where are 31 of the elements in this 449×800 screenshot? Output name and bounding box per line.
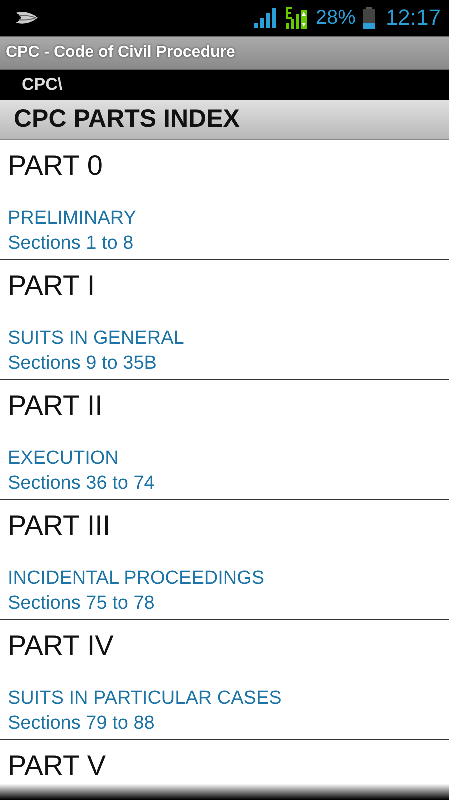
data-signal-icon xyxy=(284,7,309,29)
part-list-item[interactable]: PART III INCIDENTAL PROCEEDINGS Sections 75 to 78 xyxy=(0,500,449,620)
part-title: PART II xyxy=(8,390,104,423)
part-name: EXECUTION xyxy=(8,447,120,471)
part-name: SUITS IN PARTICULAR CASES xyxy=(8,687,283,711)
part-list-item[interactable]: PART V xyxy=(0,740,449,800)
part-title: PART V xyxy=(8,750,108,783)
part-title: PART IV xyxy=(8,630,115,663)
header-title: CPC PARTS INDEX xyxy=(14,105,240,134)
part-sections: Sections 79 to 88 xyxy=(8,711,441,736)
part-sections: Sections 1 to 8 xyxy=(8,231,441,256)
part-name: SUITS IN GENERAL xyxy=(8,327,186,351)
part-title: PART 0 xyxy=(8,150,104,183)
clock: 12:17 xyxy=(386,5,441,31)
breadcrumb: CPC\ xyxy=(22,75,63,95)
battery-percentage: 28% xyxy=(316,6,356,30)
battery-icon xyxy=(362,7,375,29)
part-list-item[interactable]: PART IV SUITS IN PARTICULAR CASES Sections 79 to 88 xyxy=(0,620,449,740)
part-list-item[interactable]: PART 0 PRELIMINARY Sections 1 to 8 xyxy=(0,140,449,260)
part-name: PRELIMINARY xyxy=(8,207,138,231)
part-list-item[interactable]: PART I SUITS IN GENERAL Sections 9 to 35B xyxy=(0,260,449,380)
part-title: PART III xyxy=(8,510,112,543)
part-sections: Sections 36 to 74 xyxy=(8,471,441,496)
app-logo-icon xyxy=(14,10,40,26)
part-list-item[interactable]: PART II EXECUTION Sections 36 to 74 xyxy=(0,380,449,500)
part-sections: Sections 75 to 78 xyxy=(8,591,441,616)
app-title: CPC - Code of Civil Procedure xyxy=(6,44,236,62)
part-sections: Sections 9 to 35B xyxy=(8,351,441,376)
part-title: PART I xyxy=(8,270,96,303)
signal-icon xyxy=(254,8,278,28)
part-name: INCIDENTAL PROCEEDINGS xyxy=(8,567,266,591)
